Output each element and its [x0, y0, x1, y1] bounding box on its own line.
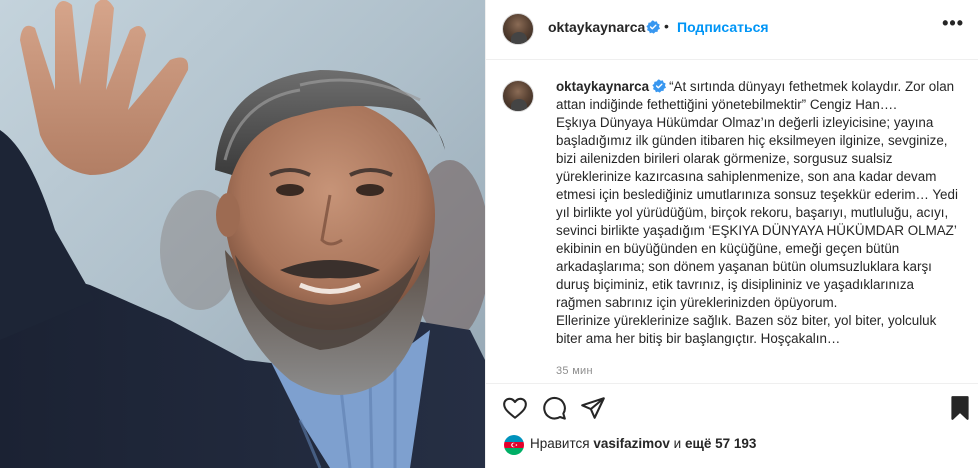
liked-by-username[interactable]: vasifazimov	[593, 436, 670, 451]
verified-badge-icon	[652, 79, 667, 93]
caption-paragraph-3: Ellerinize yüreklerinize sağlık. Bazen s…	[556, 313, 937, 346]
post-actions-bar: Нравится vasifazimov и ещё 57 193	[486, 383, 978, 468]
caption-section: oktaykaynarca “At sırtında dünyayı fethet…	[486, 61, 978, 379]
caption-username[interactable]: oktaykaynarca	[556, 79, 649, 94]
post-photo-illustration	[0, 0, 485, 468]
post-header: oktaykaynarca • Подписаться •••	[486, 0, 978, 60]
more-options-button[interactable]: •••	[942, 13, 964, 34]
follow-button[interactable]: Подписаться	[677, 19, 769, 35]
verified-badge-icon	[646, 20, 660, 34]
caption-paragraph-2: Eşkıya Dünyaya Hükümdar Olmaz’ın değerli…	[556, 115, 958, 310]
post-photo[interactable]	[0, 0, 485, 468]
post-timestamp[interactable]: 35 мин	[556, 365, 593, 377]
author-avatar[interactable]	[502, 13, 534, 45]
likes-prefix: Нравится	[530, 436, 590, 451]
comment-icon[interactable]	[541, 395, 567, 421]
azerbaijan-flag-icon[interactable]	[504, 435, 524, 455]
author-username[interactable]: oktaykaynarca	[548, 19, 645, 35]
likes-count[interactable]: ещё 57 193	[685, 436, 756, 451]
heart-icon[interactable]	[502, 395, 528, 421]
post-caption: oktaykaynarca “At sırtında dünyayı fethet…	[556, 78, 961, 348]
likes-conjunction: и	[673, 436, 682, 451]
caption-paragraph-1: oktaykaynarca “At sırtında dünyayı fethet…	[556, 78, 961, 114]
post-details-panel: oktaykaynarca • Подписаться ••• oktaykay…	[485, 0, 978, 468]
header-separator: •	[664, 18, 669, 34]
likes-summary: Нравится vasifazimov и ещё 57 193	[530, 436, 756, 451]
bookmark-icon[interactable]	[947, 395, 973, 421]
caption-author-avatar[interactable]	[502, 80, 534, 112]
paper-plane-icon[interactable]	[580, 395, 606, 421]
